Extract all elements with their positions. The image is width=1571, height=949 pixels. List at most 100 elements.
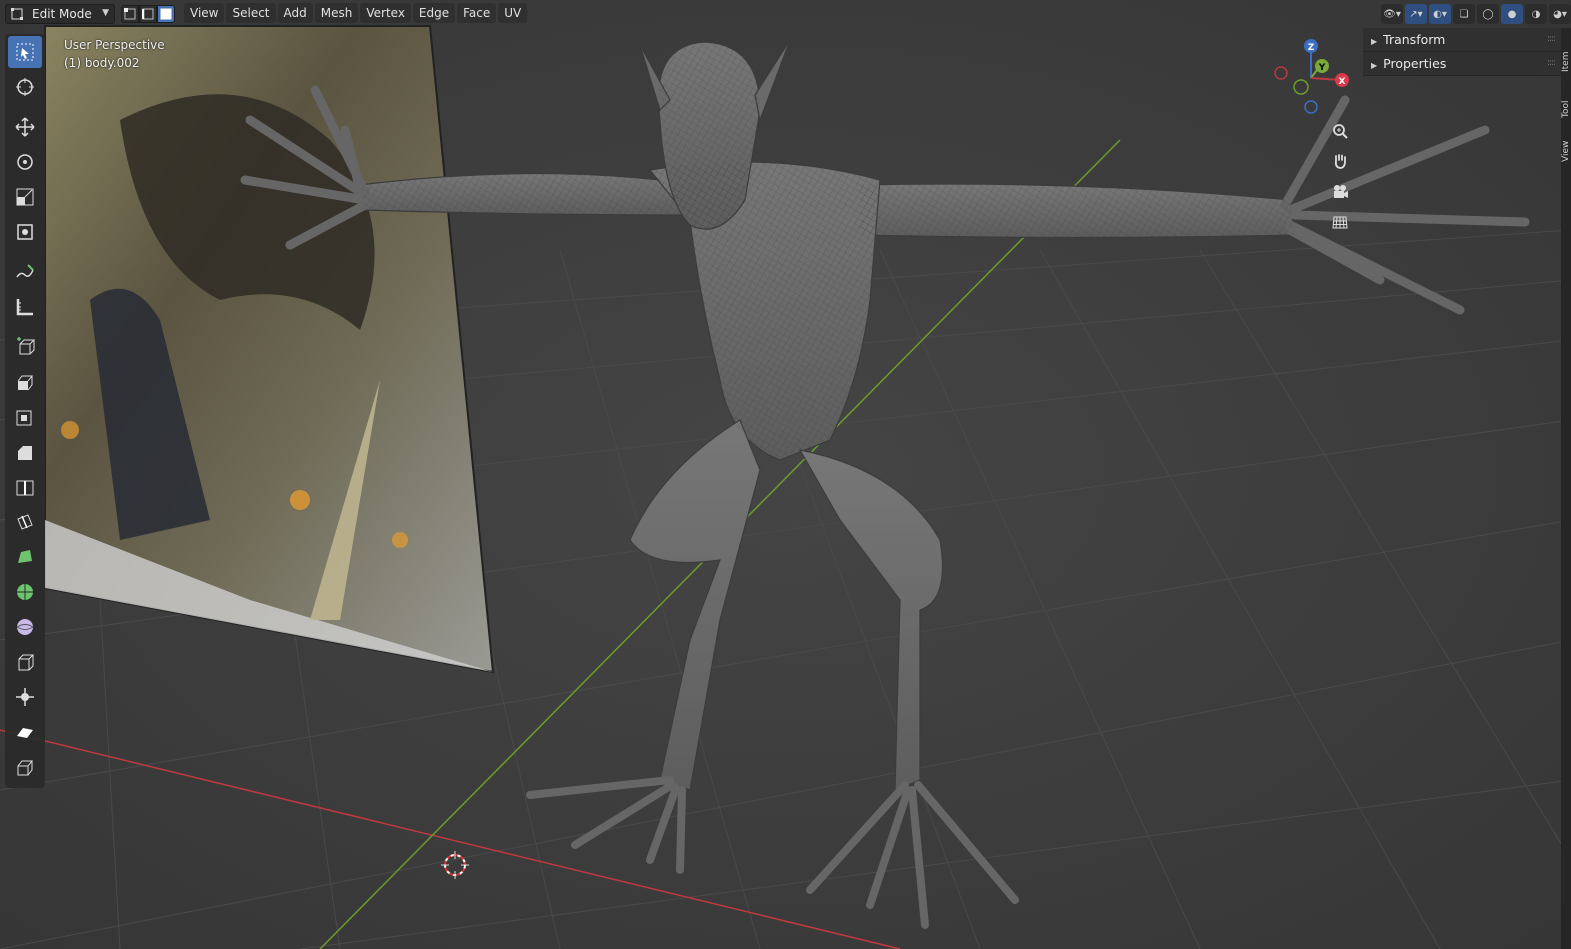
gizmo-y-label: Y (1318, 63, 1326, 73)
chevron-down-icon: ▼ (102, 8, 109, 18)
tool-add-cube[interactable] (8, 331, 42, 363)
panel-properties[interactable]: ▶ Properties:::: (1363, 52, 1561, 76)
wireframe-shading-button[interactable]: ◯ (1477, 4, 1499, 24)
tool-transform[interactable] (8, 216, 42, 248)
rendered-shading-button[interactable]: ◕▾ (1549, 4, 1571, 24)
menu-mesh[interactable]: Mesh (314, 3, 359, 23)
eye-icon: 👁▾ (1383, 8, 1401, 20)
face-select-icon (160, 8, 172, 20)
sidebar-tabs: Item Tool View (1561, 28, 1571, 949)
loop-cut-icon (16, 480, 34, 496)
sidebar-panel: ▶ Transform:::: ▶ Properties:::: (1363, 28, 1561, 76)
expand-triangle-icon: ▶ (1371, 37, 1378, 46)
expand-triangle-icon: ▶ (1371, 61, 1378, 70)
menu-view[interactable]: View (184, 3, 225, 23)
tool-poly-build[interactable] (8, 541, 42, 573)
tool-scale[interactable] (8, 181, 42, 213)
tool-extrude-region[interactable] (8, 366, 42, 398)
header-menu: View Select Add Mesh Vertex Edge Face UV (184, 3, 529, 23)
tool-rip-region[interactable] (8, 751, 42, 783)
tool-edge-slide[interactable] (8, 646, 42, 678)
gizmo-toggle-button[interactable]: ↗▾ (1405, 4, 1427, 24)
tool-smooth[interactable] (8, 611, 42, 643)
tool-loop-cut[interactable] (8, 471, 42, 503)
vertex-select-icon (124, 8, 136, 20)
tool-move[interactable] (8, 111, 42, 143)
edge-slide-icon (18, 654, 35, 671)
viewport-header: Edit Mode ▼ View Select Add Mesh Vertex … (0, 0, 1571, 28)
rendered-sphere-icon: ◕▾ (1553, 8, 1567, 20)
material-sphere-icon: ◑ (1531, 8, 1541, 20)
panel-transform[interactable]: ▶ Transform:::: (1363, 28, 1561, 52)
poly-build-icon (18, 550, 32, 563)
tool-shear[interactable] (8, 716, 42, 748)
menu-add[interactable]: Add (277, 3, 313, 23)
select-box-icon (16, 43, 34, 61)
transform-icon (17, 224, 33, 240)
rotate-icon (17, 154, 33, 170)
xray-icon: ❏ (1459, 8, 1469, 20)
solid-sphere-icon: ● (1507, 8, 1517, 20)
menu-face[interactable]: Face (457, 3, 497, 23)
edge-select-button[interactable] (139, 5, 157, 23)
shrink-fatten-icon (16, 688, 34, 706)
extrude-icon (17, 375, 34, 391)
add-cube-icon (17, 337, 36, 355)
tool-inset-faces[interactable] (8, 401, 42, 433)
bevel-icon (18, 446, 32, 460)
rip-region-icon (17, 760, 34, 776)
menu-edge[interactable]: Edge (412, 3, 456, 23)
gizmo-z-label: Z (1308, 43, 1315, 53)
tool-rotate[interactable] (8, 146, 42, 178)
material-shading-button[interactable]: ◑ (1525, 4, 1547, 24)
scale-icon (16, 188, 34, 206)
header-right-tools: 👁▾ ↗▾ ◐▾ ❏ ◯ ● ◑ ◕▾ (1379, 4, 1571, 24)
tool-select-box[interactable] (8, 36, 42, 68)
tool-shrink-fatten[interactable] (8, 681, 42, 713)
menu-vertex[interactable]: Vertex (360, 3, 411, 23)
drag-grip-icon[interactable]: :::: (1547, 28, 1556, 51)
reference-image-plane[interactable] (44, 25, 495, 674)
overlays-button[interactable]: ◐▾ (1429, 4, 1451, 24)
zoom-button[interactable] (1326, 117, 1354, 145)
knife-icon (17, 514, 33, 530)
solid-shading-button[interactable]: ● (1501, 4, 1523, 24)
menu-select[interactable]: Select (226, 3, 276, 23)
zoom-icon (1333, 124, 1348, 139)
shear-icon (17, 728, 33, 738)
tab-tool[interactable]: Tool (1561, 78, 1571, 118)
hand-icon (1334, 154, 1346, 169)
perspective-label: User Perspective (64, 38, 165, 52)
tool-cursor[interactable] (8, 71, 42, 103)
gizmo-x-label: X (1339, 77, 1346, 87)
select-mode-group (121, 5, 175, 23)
tool-bevel[interactable] (8, 436, 42, 468)
wireframe-sphere-icon: ◯ (1482, 8, 1494, 20)
tool-toolbar (5, 34, 45, 788)
tab-item[interactable]: Item (1561, 32, 1571, 73)
tool-spin[interactable] (8, 576, 42, 608)
camera-icon (1334, 185, 1348, 198)
grid-icon (1332, 216, 1348, 229)
xray-button[interactable]: ❏ (1453, 4, 1475, 24)
panel-transform-label: Transform (1383, 32, 1446, 47)
menu-uv[interactable]: UV (498, 3, 528, 23)
tool-measure[interactable] (8, 291, 42, 323)
face-select-button[interactable] (157, 5, 175, 23)
tool-annotate[interactable] (8, 256, 42, 288)
measure-icon (16, 299, 33, 316)
edit-mode-icon (11, 8, 23, 20)
tool-knife[interactable] (8, 506, 42, 538)
vertex-select-button[interactable] (121, 5, 139, 23)
viewport-info: User Perspective (1) body.002 (64, 36, 165, 72)
camera-view-button[interactable] (1326, 178, 1354, 206)
pan-button[interactable] (1326, 147, 1354, 175)
visibility-button[interactable]: 👁▾ (1381, 4, 1403, 24)
tab-view[interactable]: View (1561, 122, 1571, 162)
drag-grip-icon[interactable]: :::: (1547, 52, 1556, 75)
edge-select-icon (142, 8, 154, 20)
inset-icon (16, 410, 32, 426)
mode-dropdown[interactable]: Edit Mode ▼ (5, 4, 115, 24)
object-label: (1) body.002 (64, 56, 140, 70)
ortho-toggle-button[interactable] (1326, 208, 1354, 236)
